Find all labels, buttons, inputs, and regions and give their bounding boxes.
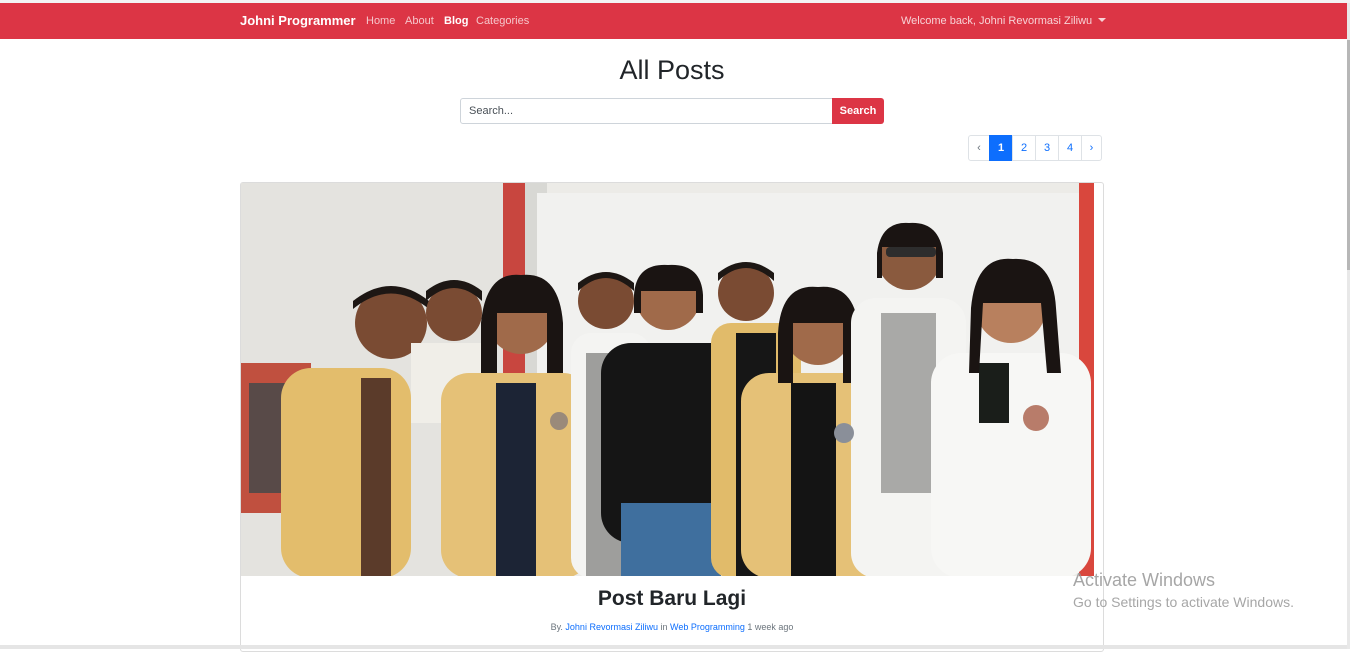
caret-down-icon bbox=[1098, 18, 1107, 23]
nav-link-blog[interactable]: Blog bbox=[444, 15, 468, 27]
post-author-link[interactable]: Johni Revormasi Ziliwu bbox=[565, 622, 658, 632]
nav-link-home[interactable]: Home bbox=[366, 15, 395, 27]
nav-link-about[interactable]: About bbox=[405, 15, 434, 27]
post-time: 1 week ago bbox=[747, 622, 794, 632]
pagination-next[interactable]: › bbox=[1081, 135, 1102, 161]
post-meta-in: in bbox=[660, 622, 668, 632]
user-dropdown[interactable]: Welcome back, Johni Revormasi Ziliwu bbox=[901, 15, 1107, 27]
nav-link-categories[interactable]: Categories bbox=[476, 15, 529, 27]
pagination-prev[interactable]: ‹ bbox=[968, 135, 990, 161]
post-meta: By. Johni Revormasi Ziliwu in Web Progra… bbox=[241, 622, 1103, 632]
navbar-brand[interactable]: Johni Programmer bbox=[240, 13, 356, 28]
pagination-page-4[interactable]: 4 bbox=[1058, 135, 1082, 161]
navbar: Johni Programmer Home About Blog Categor… bbox=[0, 3, 1348, 39]
post-meta-by: By. bbox=[550, 622, 563, 632]
search-input[interactable] bbox=[460, 98, 833, 124]
pagination-page-2[interactable]: 2 bbox=[1012, 135, 1036, 161]
pagination: ‹ 1 2 3 4 › bbox=[968, 135, 1102, 161]
watermark-subtitle: Go to Settings to activate Windows. bbox=[1073, 594, 1294, 610]
group-photo-illustration bbox=[241, 183, 1094, 576]
pagination-page-3[interactable]: 3 bbox=[1035, 135, 1059, 161]
welcome-text: Welcome back, Johni Revormasi Ziliwu bbox=[901, 15, 1093, 27]
search-button[interactable]: Search bbox=[832, 98, 884, 124]
page-title: All Posts bbox=[619, 55, 725, 85]
post-category-link[interactable]: Web Programming bbox=[670, 622, 745, 632]
post-card: Post Baru Lagi By. Johni Revormasi Ziliw… bbox=[240, 182, 1104, 652]
windows-activation-watermark: Activate Windows Go to Settings to activ… bbox=[1073, 570, 1294, 610]
watermark-title: Activate Windows bbox=[1073, 570, 1216, 590]
post-image[interactable] bbox=[241, 183, 1094, 576]
post-title[interactable]: Post Baru Lagi bbox=[241, 587, 1103, 611]
pagination-page-1[interactable]: 1 bbox=[989, 135, 1013, 161]
horizontal-scrollbar[interactable] bbox=[0, 645, 1347, 649]
